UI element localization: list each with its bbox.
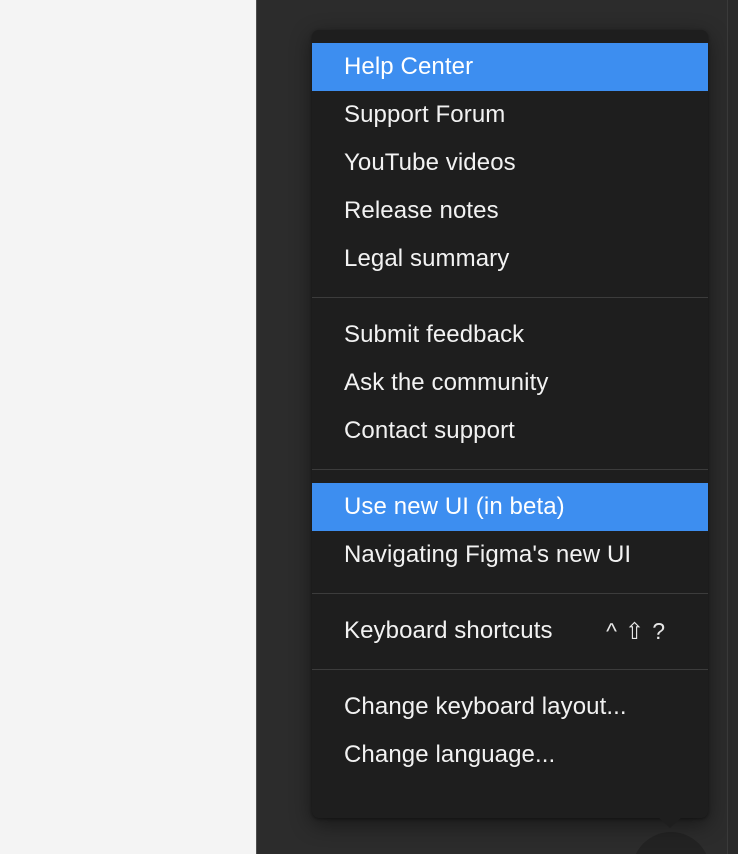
menu-section-feedback: Submit feedback Ask the community Contact … (312, 298, 708, 469)
menu-item-label: Help Center (344, 53, 474, 80)
menu-item-support-forum[interactable]: Support Forum (312, 91, 708, 139)
canvas-light-area (0, 0, 256, 854)
menu-item-keyboard-shortcuts[interactable]: Keyboard shortcuts ^ ⇧? (312, 607, 708, 655)
menu-item-label: Change language... (344, 741, 556, 768)
menu-item-submit-feedback[interactable]: Submit feedback (312, 311, 708, 359)
menu-item-label: Ask the community (344, 369, 549, 396)
menu-item-youtube-videos[interactable]: YouTube videos (312, 139, 708, 187)
menu-item-label: Keyboard shortcuts (344, 617, 553, 644)
screen: Help Center Support Forum YouTube videos Re… (0, 0, 738, 854)
shortcut-key-glyph: ⇧ (624, 617, 646, 644)
menu-item-legal-summary[interactable]: Legal summary (312, 235, 708, 283)
menu-item-shortcut: ^ ⇧? (606, 617, 686, 644)
menu-pointer-caret-icon (658, 817, 682, 828)
menu-item-change-keyboard-layout[interactable]: Change keyboard layout... (312, 683, 708, 731)
menu-section-locale: Change keyboard layout... Change language… (312, 670, 708, 793)
right-panel-fill (728, 0, 738, 854)
menu-item-change-language[interactable]: Change language... (312, 731, 708, 779)
menu-item-label: Contact support (344, 417, 515, 444)
shortcut-key-glyph: ? (652, 617, 666, 644)
menu-section-new-ui: Use new UI (in beta) Navigating Figma's n… (312, 470, 708, 593)
canvas-split-divider (256, 0, 257, 854)
menu-item-release-notes[interactable]: Release notes (312, 187, 708, 235)
menu-item-contact-support[interactable]: Contact support (312, 407, 708, 455)
menu-item-label: Legal summary (344, 245, 510, 272)
menu-item-label: Use new UI (in beta) (344, 493, 565, 520)
menu-item-use-new-ui[interactable]: Use new UI (in beta) (312, 483, 708, 531)
menu-item-help-center[interactable]: Help Center (312, 43, 708, 91)
menu-item-label: Navigating Figma's new UI (344, 541, 632, 568)
menu-item-label: Submit feedback (344, 321, 525, 348)
menu-section-resources: Help Center Support Forum YouTube videos Re… (312, 30, 708, 297)
menu-item-label: Release notes (344, 197, 499, 224)
menu-item-label: YouTube videos (344, 149, 516, 176)
help-menu[interactable]: Help Center Support Forum YouTube videos Re… (312, 30, 708, 818)
menu-section-shortcuts: Keyboard shortcuts ^ ⇧? (312, 594, 708, 669)
menu-item-label: Support Forum (344, 101, 506, 128)
menu-item-navigating-figma-new-ui[interactable]: Navigating Figma's new UI (312, 531, 708, 579)
shortcut-key-glyph: ^ (606, 617, 618, 644)
menu-item-label: Change keyboard layout... (344, 693, 627, 720)
menu-item-ask-the-community[interactable]: Ask the community (312, 359, 708, 407)
